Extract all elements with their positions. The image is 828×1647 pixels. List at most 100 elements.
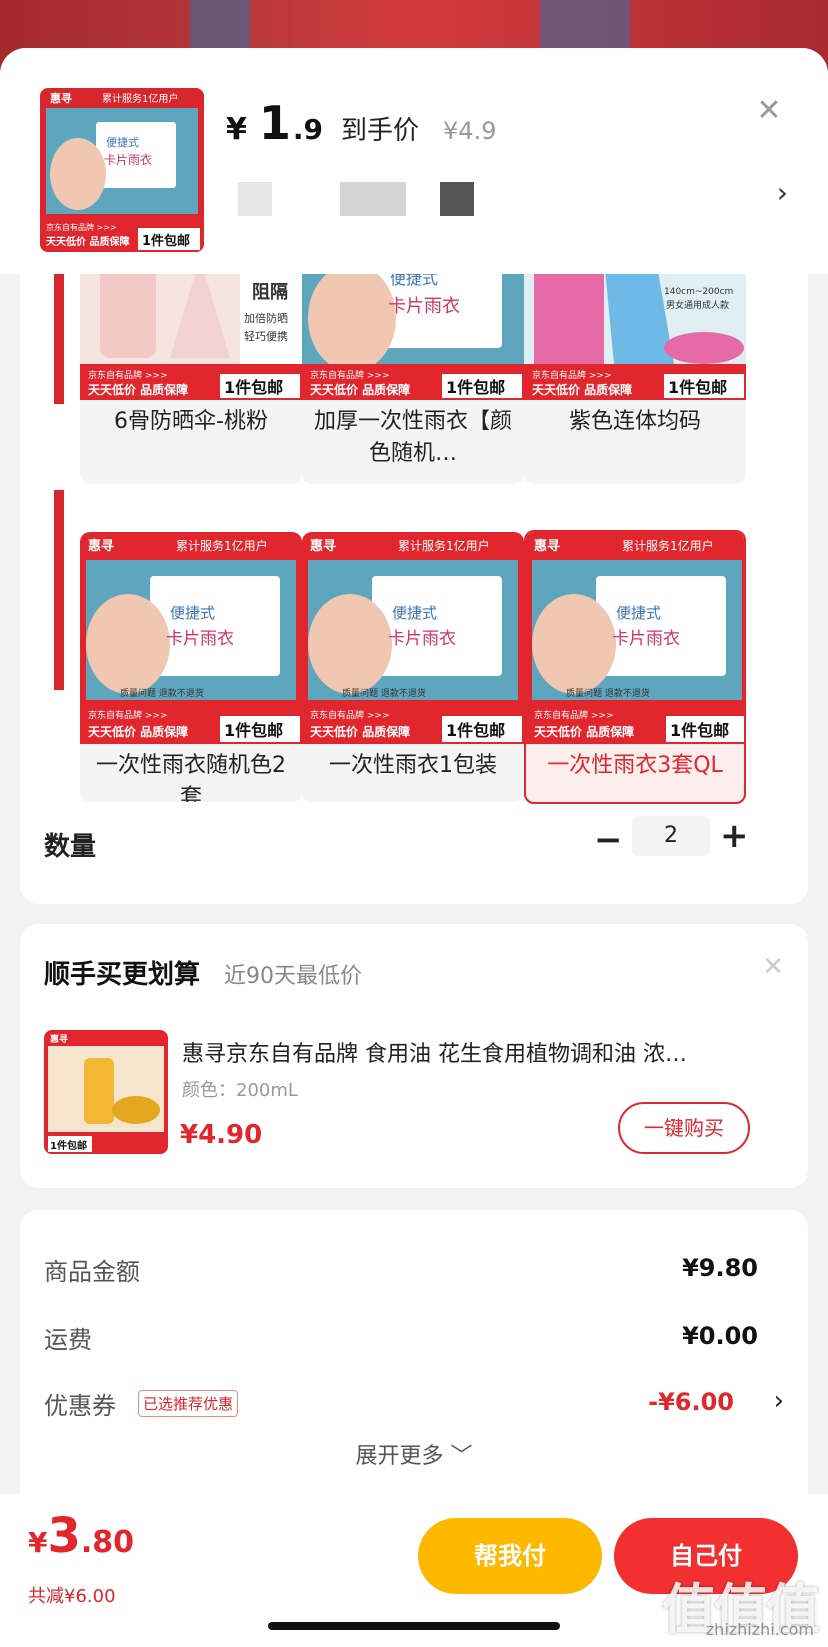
option-partial-edge (54, 490, 64, 690)
quantity-input[interactable]: 2 (632, 816, 710, 856)
option-purple-onepiece[interactable]: 140cm~200cm 男女通用成人款 京东自有品牌 >>> 天天低价 品质保障… (524, 274, 746, 484)
addon-product-name[interactable]: 惠寻京东自有品牌 食用油 花生食用植物调和油 浓… (182, 1036, 782, 1068)
thumb-brand: 惠寻 (50, 91, 72, 105)
overlay-text: 便捷式 (392, 604, 437, 622)
shipping-value: ¥0.00 (682, 1322, 758, 1350)
overlay-jd: 京东自有品牌 >>> (310, 709, 389, 721)
overlay-text: 卡片雨衣 (388, 296, 460, 317)
overlay-text: 卡片雨衣 (612, 629, 680, 649)
overlay-brand: 惠寻 (310, 538, 336, 554)
blur-block (340, 182, 406, 216)
quantity-decrement-button[interactable]: − (594, 820, 623, 860)
original-price: ¥4.9 (443, 117, 497, 145)
price-integer: 1 (258, 96, 291, 150)
overlay-free-ship: 1件包邮 (224, 721, 283, 740)
overlay-quality: 质量问题 退款不退货 (342, 687, 426, 699)
overlay-slogan: 天天低价 品质保障 (88, 724, 188, 739)
option-raincoat-thick[interactable]: 便捷式 卡片雨衣 京东自有品牌 >>> 天天低价 品质保障 1件包邮 加厚一次性… (302, 274, 524, 484)
overlay-quality: 质量问题 退款不退货 (566, 687, 650, 699)
overlay-slogan: 天天低价 品质保障 (532, 382, 632, 397)
overlay-text: 阻隔 (252, 282, 288, 303)
overlay-banner: 累计服务1亿用户 (398, 538, 490, 553)
total-saved: 共减¥6.00 (28, 1586, 116, 1607)
addon-thumb-brand: 惠寻 (50, 1033, 68, 1045)
overlay-slogan: 天天低价 品质保障 (310, 724, 410, 739)
price-currency: ¥ (226, 112, 247, 147)
thumb-package-title-1: 便捷式 (106, 135, 139, 149)
coupon-value: -¥6.00 (648, 1388, 734, 1416)
product-thumbnail[interactable]: 惠寻 累计服务1亿用户 便捷式 卡片雨衣 京东自有品牌 >>> 天天低价 品质保… (40, 88, 204, 252)
option-label: 一次性雨衣随机色2套 (96, 753, 286, 802)
thumb-free-ship: 1件包邮 (142, 233, 190, 249)
overlay-text: 轻巧便携 (244, 329, 288, 343)
total-currency: ¥ (28, 1526, 48, 1559)
option-image: 惠寻 累计服务1亿用户 便捷式 卡片雨衣 质量问题 退款不退货 京东自有品牌 >… (302, 532, 524, 744)
one-click-buy-button[interactable]: 一键购买 (618, 1102, 750, 1154)
option-label: 紫色连体均码 (568, 409, 701, 434)
option-label: 一次性雨衣1包装 (329, 753, 497, 778)
goods-amount-value: ¥9.80 (682, 1254, 758, 1282)
option-image: 阻隔 加倍防晒 轻巧便携 京东自有品牌 >>> 天天低价 品质保障 1件包邮 (80, 274, 302, 400)
summary-row-shipping: 运费 ¥0.00 (44, 1320, 784, 1360)
option-umbrella-pink[interactable]: 阻隔 加倍防晒 轻巧便携 京东自有品牌 >>> 天天低价 品质保障 1件包邮 6… (80, 274, 302, 484)
option-raincoat-1-pack[interactable]: 惠寻 累计服务1亿用户 便捷式 卡片雨衣 质量问题 退款不退货 京东自有品牌 >… (302, 532, 524, 802)
shipping-label: 运费 (44, 1326, 92, 1354)
thumb-banner: 累计服务1亿用户 (102, 92, 178, 105)
addon-title: 顺手买更划算 (44, 960, 201, 990)
overlay-jd: 京东自有品牌 >>> (88, 709, 167, 721)
overlay-text: 卡片雨衣 (388, 629, 456, 649)
close-icon[interactable]: ✕ (762, 952, 784, 982)
option-partial-edge (54, 274, 64, 404)
overlay-brand: 惠寻 (534, 538, 560, 554)
total-decimal: .80 (80, 1525, 135, 1560)
help-me-pay-button[interactable]: 帮我付 (418, 1518, 602, 1594)
overlay-text: 便捷式 (390, 274, 438, 288)
overlay-slogan: 天天低价 品质保障 (534, 724, 634, 739)
chevron-right-icon[interactable]: › (777, 176, 788, 209)
overlay-jd: 京东自有品牌 >>> (88, 369, 167, 381)
close-icon[interactable]: ✕ (754, 96, 784, 126)
total-price: ¥ 3 .80 (28, 1508, 134, 1564)
option-image: 惠寻 累计服务1亿用户 便捷式 卡片雨衣 质量问题 退款不退货 京东自有品牌 >… (526, 532, 744, 744)
price-tag: 到手价 (341, 116, 420, 146)
price-row: ¥ 1 .9 到手价 ¥4.9 (226, 96, 496, 150)
option-raincoat-random-2[interactable]: 惠寻 累计服务1亿用户 便捷式 卡片雨衣 质量问题 退款不退货 京东自有品牌 >… (80, 532, 302, 802)
option-raincoat-3-sets-selected[interactable]: 惠寻 累计服务1亿用户 便捷式 卡片雨衣 质量问题 退款不退货 京东自有品牌 >… (524, 530, 746, 804)
overlay-text: 便捷式 (170, 604, 215, 622)
summary-row-goods: 商品金额 ¥9.80 (44, 1252, 784, 1292)
overlay-brand: 惠寻 (88, 538, 114, 554)
overlay-banner: 累计服务1亿用户 (622, 538, 714, 553)
price-decimal: .9 (292, 113, 324, 146)
addon-product-price: ¥4.90 (180, 1120, 263, 1150)
overlay-free-ship: 1件包邮 (446, 721, 505, 740)
overlay-quality: 质量问题 退款不退货 (120, 687, 204, 699)
overlay-jd: 京东自有品牌 >>> (310, 369, 389, 381)
overlay-free-ship: 1件包邮 (668, 378, 727, 397)
option-image: 便捷式 卡片雨衣 京东自有品牌 >>> 天天低价 品质保障 1件包邮 (302, 274, 524, 400)
overlay-banner: 累计服务1亿用户 (176, 538, 268, 553)
addon-recommendation-card: 顺手买更划算 近90天最低价 ✕ 惠寻 1件包邮 惠寻京东自有品牌 食用油 花生… (20, 924, 808, 1188)
addon-product-thumbnail[interactable]: 惠寻 1件包邮 (44, 1030, 168, 1154)
option-label: 加厚一次性雨衣【颜色随机… (313, 409, 512, 466)
chevron-right-icon[interactable]: › (774, 1386, 784, 1416)
watermark-url: zhizhizhi.com (705, 1620, 814, 1639)
coupon-badge: 已选推荐优惠 (138, 1390, 239, 1417)
overlay-slogan: 天天低价 品质保障 (310, 382, 410, 397)
summary-row-coupon[interactable]: 优惠券 已选推荐优惠 -¥6.00 › (44, 1386, 784, 1426)
thumb-jd-brand: 京东自有品牌 >>> (46, 222, 117, 232)
overlay-text: 男女通用成人款 (666, 299, 729, 311)
spec-options-card: 阻隔 加倍防晒 轻巧便携 京东自有品牌 >>> 天天低价 品质保障 1件包邮 6… (20, 274, 808, 904)
coupon-label: 优惠券 (44, 1392, 116, 1420)
quantity-increment-button[interactable]: + (720, 816, 749, 856)
thumb-package-title-2: 卡片雨衣 (104, 152, 152, 167)
home-indicator[interactable] (268, 1622, 560, 1630)
option-image: 惠寻 累计服务1亿用户 便捷式 卡片雨衣 质量问题 退款不退货 京东自有品牌 >… (80, 532, 302, 744)
expand-more-button[interactable]: 展开更多 ﹀ (20, 1438, 808, 1470)
sku-bottom-sheet: 惠寻 累计服务1亿用户 便捷式 卡片雨衣 京东自有品牌 >>> 天天低价 品质保… (0, 48, 828, 1647)
order-summary-card: 商品金额 ¥9.80 运费 ¥0.00 优惠券 已选推荐优惠 -¥6.00 › … (20, 1210, 808, 1530)
sheet-header: 惠寻 累计服务1亿用户 便捷式 卡片雨衣 京东自有品牌 >>> 天天低价 品质保… (0, 48, 828, 274)
option-image: 140cm~200cm 男女通用成人款 京东自有品牌 >>> 天天低价 品质保障… (524, 274, 746, 400)
quantity-label: 数量 (44, 832, 97, 862)
overlay-jd: 京东自有品牌 >>> (534, 709, 613, 721)
addon-subtitle: 近90天最低价 (224, 964, 362, 989)
